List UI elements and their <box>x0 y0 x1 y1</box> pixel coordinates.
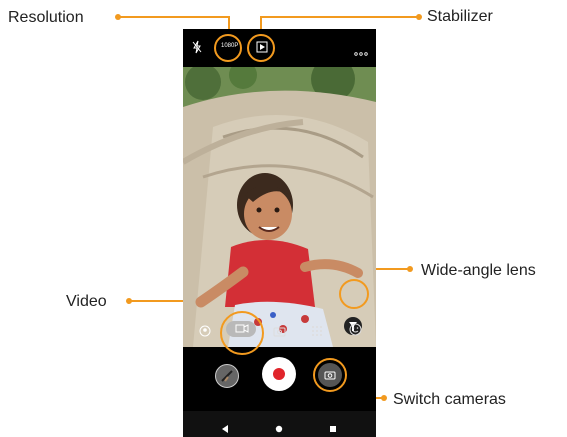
camera-top-bar: 1080P <box>183 29 376 65</box>
grid-mode-icon[interactable] <box>311 324 323 342</box>
stabilizer-label: Stabilizer <box>427 8 493 25</box>
more-options-icon[interactable] <box>353 44 369 62</box>
recent-nav-icon[interactable] <box>329 420 337 437</box>
system-nav-bar <box>183 411 376 437</box>
record-dot <box>273 368 285 380</box>
back-nav-icon[interactable] <box>221 420 229 437</box>
capture-controls <box>183 351 376 401</box>
stabilizer-highlight <box>247 34 275 62</box>
switch-cameras-label: Switch cameras <box>393 391 506 408</box>
stabilizer-leader-line <box>260 16 418 18</box>
photo-mode-icon[interactable] <box>273 324 286 342</box>
video-label: Video <box>66 293 107 310</box>
flash-off-icon[interactable] <box>191 40 203 59</box>
wide-angle-label: Wide-angle lens <box>421 262 536 279</box>
face-icon[interactable] <box>349 323 362 341</box>
gallery-icon[interactable] <box>215 364 239 388</box>
wide-angle-highlight <box>339 279 369 309</box>
home-nav-icon[interactable] <box>275 420 283 437</box>
resolution-label: Resolution <box>8 9 84 26</box>
switch-cameras-highlight <box>313 358 347 392</box>
camera-mode-row <box>183 316 376 346</box>
phone-screen: 1080P <box>183 29 376 437</box>
video-highlight <box>220 311 264 355</box>
portrait-icon[interactable] <box>199 324 211 342</box>
resolution-leader-line <box>118 16 228 18</box>
resolution-highlight <box>214 34 242 62</box>
record-button[interactable] <box>262 357 296 391</box>
